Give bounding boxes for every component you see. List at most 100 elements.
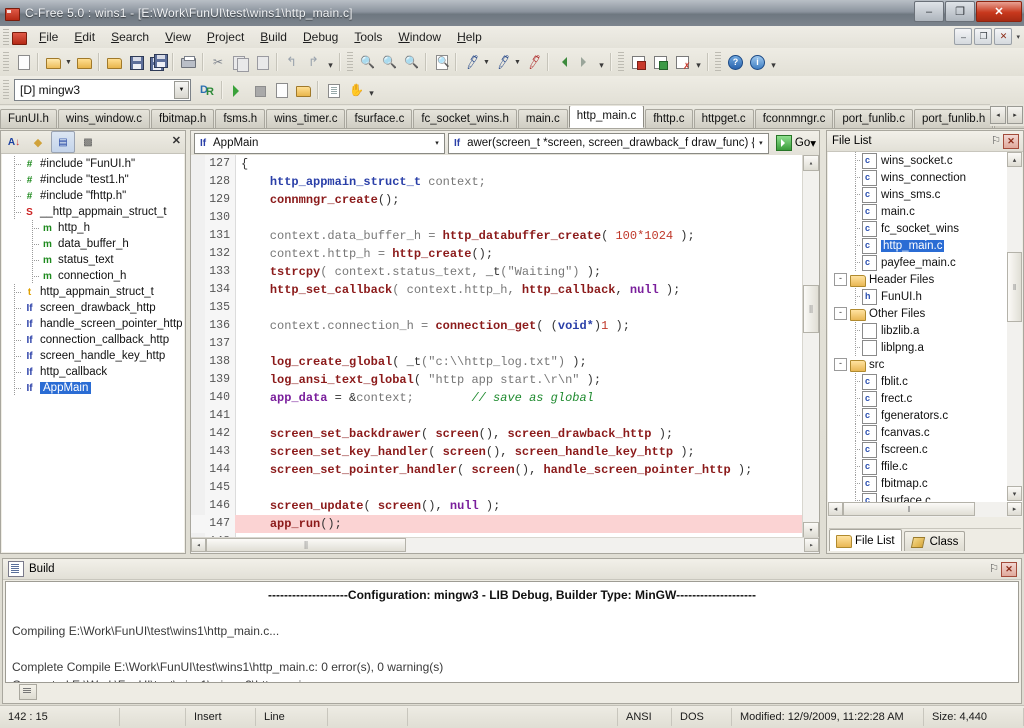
- compile-icon[interactable]: [270, 79, 292, 101]
- sort-alpha-icon[interactable]: A↓: [3, 132, 25, 152]
- vertical-scroll-thumb[interactable]: ‖: [803, 285, 819, 333]
- file-tree-node[interactable]: fc_socket_wins: [828, 220, 1022, 237]
- toolbar-grip-3[interactable]: [618, 52, 624, 72]
- pause-icon[interactable]: ✋: [344, 79, 366, 101]
- help-more-icon[interactable]: ▾: [768, 53, 779, 71]
- editor-tab-fc-socket-wins-h[interactable]: fc_socket_wins.h: [413, 109, 517, 128]
- run-icon[interactable]: [226, 79, 248, 101]
- code-line[interactable]: 136 context.connection_h = connection_ge…: [191, 317, 803, 335]
- debug-more-icon[interactable]: ▾: [693, 53, 704, 71]
- scope-combo[interactable]: If AppMain ▾: [194, 133, 445, 154]
- tab-scroll-prev-button[interactable]: ◂: [990, 106, 1006, 124]
- scroll-down-button[interactable]: ▾: [1007, 486, 1022, 501]
- horizontal-scroll-thumb[interactable]: ‖: [206, 538, 406, 552]
- code-line[interactable]: 144 screen_set_pointer_handler( screen()…: [191, 461, 803, 479]
- chevron-down-icon[interactable]: ▾: [430, 139, 444, 147]
- editor-tab-fbitmap-h[interactable]: fbitmap.h: [151, 109, 214, 128]
- file-tree-node[interactable]: fblit.c: [828, 373, 1022, 390]
- clear-breakpoints-icon[interactable]: ✗: [671, 51, 693, 73]
- editor-tab-http-main-c[interactable]: http_main.c: [569, 106, 644, 128]
- build-all-icon[interactable]: [322, 79, 344, 101]
- toolbar-grip-4[interactable]: [715, 52, 721, 72]
- file-tree-node[interactable]: fcanvas.c: [828, 424, 1022, 441]
- panel-tab-file-list[interactable]: File List: [829, 529, 902, 551]
- nav-more-icon[interactable]: ▾: [596, 53, 607, 71]
- scroll-down-button[interactable]: ▾: [803, 522, 819, 538]
- code-line[interactable]: 139 log_ansi_text_global( "http app star…: [191, 371, 803, 389]
- build-more-icon[interactable]: ▾: [366, 81, 377, 99]
- editor-tab-wins-window-c[interactable]: wins_window.c: [58, 109, 150, 128]
- file-tree-node[interactable]: fscreen.c: [828, 441, 1022, 458]
- new-file-icon[interactable]: [12, 51, 34, 73]
- clear-bookmark-icon[interactable]: 🖊: [522, 51, 544, 73]
- symbol-node[interactable]: mhttp_h: [2, 220, 184, 236]
- goto-bookmark-icon[interactable]: 🖊: [491, 51, 513, 73]
- forward-icon[interactable]: [574, 51, 596, 73]
- code-line[interactable]: 129 connmngr_create();: [191, 191, 803, 209]
- symbol-node[interactable]: Ifscreen_drawback_http: [2, 300, 184, 316]
- code-line[interactable]: 128 http_appmain_struct_t context;: [191, 173, 803, 191]
- open-project-icon[interactable]: [73, 51, 95, 73]
- symbol-node[interactable]: mstatus_text: [2, 252, 184, 268]
- menu-item-project[interactable]: Project: [199, 27, 252, 47]
- about-icon[interactable]: i: [746, 51, 768, 73]
- paste-icon[interactable]: [251, 51, 273, 73]
- file-tree-node[interactable]: -src: [828, 356, 1022, 373]
- editor-tab-port-funlib-c[interactable]: port_funlib.c: [834, 109, 913, 128]
- file-tree-node[interactable]: fbitmap.c: [828, 475, 1022, 492]
- save-project-icon[interactable]: [103, 51, 125, 73]
- scroll-up-button[interactable]: ▴: [1007, 152, 1022, 167]
- file-list-close-button[interactable]: ✕: [1003, 134, 1019, 149]
- properties-icon[interactable]: ▩: [77, 132, 99, 152]
- horizontal-scroll-thumb[interactable]: ‖: [843, 502, 975, 516]
- file-tree-node[interactable]: wins_socket.c: [828, 152, 1022, 169]
- symbol-node[interactable]: ##include "test1.h": [2, 172, 184, 188]
- editor-tab-httpget-c[interactable]: httpget.c: [694, 109, 754, 128]
- file-tree-node[interactable]: frect.c: [828, 390, 1022, 407]
- build-panel-close-button[interactable]: ✕: [1001, 562, 1017, 577]
- file-tree-node[interactable]: -Other Files: [828, 305, 1022, 322]
- minimize-button[interactable]: –: [914, 1, 944, 22]
- save-all-icon[interactable]: [147, 51, 169, 73]
- find-next-icon[interactable]: 🔍: [378, 51, 400, 73]
- member-combo[interactable]: If awer(screen_t *screen, screen_drawbac…: [448, 133, 769, 154]
- build-toolbar-grip[interactable]: [3, 80, 9, 100]
- build-config-combo[interactable]: [D] mingw3 ▼: [14, 79, 191, 101]
- code-line[interactable]: 141: [191, 407, 803, 425]
- file-tree-node[interactable]: liblpng.a: [828, 339, 1022, 356]
- menu-item-file[interactable]: File: [31, 27, 66, 47]
- find-icon[interactable]: 🔍: [356, 51, 378, 73]
- copy-icon[interactable]: [229, 51, 251, 73]
- file-tree-node[interactable]: payfee_main.c: [828, 254, 1022, 271]
- maximize-button[interactable]: ❐: [945, 1, 975, 22]
- editor-tab-port-funlib-h[interactable]: port_funlib.h: [914, 109, 993, 128]
- run-to-cursor-icon[interactable]: [649, 51, 671, 73]
- menu-grip[interactable]: [3, 29, 9, 45]
- open-folder-icon[interactable]: [42, 51, 64, 73]
- toolbar-grip-2[interactable]: [347, 52, 353, 72]
- build-tab-icon[interactable]: [19, 684, 37, 700]
- close-button[interactable]: ✕: [976, 1, 1022, 22]
- symbol-node[interactable]: ##include "fhttp.h": [2, 188, 184, 204]
- editor-tab-funui-h[interactable]: FunUI.h: [0, 109, 57, 128]
- pin-icon[interactable]: ⚐: [991, 134, 1001, 147]
- code-line[interactable]: 143 screen_set_key_handler( screen(), sc…: [191, 443, 803, 461]
- pin-icon[interactable]: ⚐: [989, 562, 999, 575]
- editor-tab-fsms-h[interactable]: fsms.h: [215, 109, 265, 128]
- file-tree-node[interactable]: ffile.c: [828, 458, 1022, 475]
- find-prev-icon[interactable]: 🔍: [400, 51, 422, 73]
- menu-item-debug[interactable]: Debug: [295, 27, 346, 47]
- symbol-node[interactable]: Ifscreen_handle_key_http: [2, 348, 184, 364]
- code-lines[interactable]: 127{128 http_appmain_struct_t context;12…: [191, 155, 803, 538]
- go-button[interactable]: Go ▾: [773, 134, 819, 153]
- panel-tab-class[interactable]: Class: [904, 531, 966, 551]
- tree-expander-icon[interactable]: -: [834, 273, 847, 286]
- scroll-up-button[interactable]: ▴: [803, 155, 819, 171]
- code-line[interactable]: 131 context.data_buffer_h = http_databuf…: [191, 227, 803, 245]
- symbol-node[interactable]: Ifhttp_callback: [2, 364, 184, 380]
- outline-icon[interactable]: ▤: [51, 131, 75, 153]
- build-icon[interactable]: [292, 79, 314, 101]
- mdi-minimize-button[interactable]: –: [954, 28, 972, 45]
- back-icon[interactable]: [552, 51, 574, 73]
- file-tree-node[interactable]: main.c: [828, 203, 1022, 220]
